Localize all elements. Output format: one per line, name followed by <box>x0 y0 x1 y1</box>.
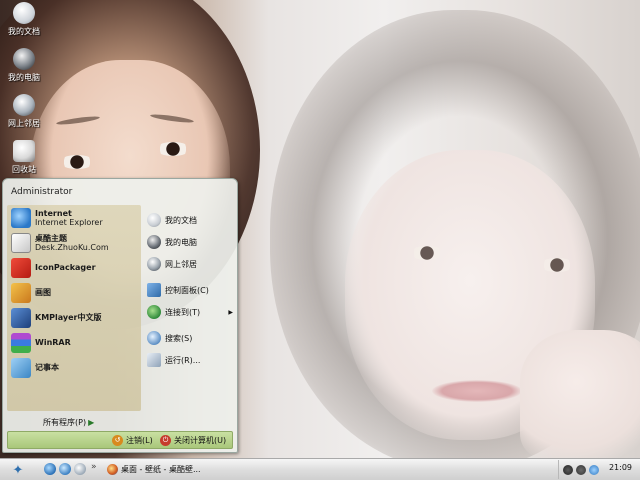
network-icon <box>147 257 161 271</box>
start-menu-user: Administrator <box>11 187 73 197</box>
paint-icon <box>11 282 31 303</box>
tray-network-icon[interactable] <box>589 464 599 475</box>
program-name: KMPlayer中文版 <box>35 313 102 322</box>
wallpaper-eye <box>410 246 444 260</box>
place-label: 运行(R)... <box>165 355 201 365</box>
program-subtitle: Internet Explorer <box>35 217 103 227</box>
program-name: 记事本 <box>35 363 59 372</box>
arrow-right-icon: ▶ <box>88 418 95 427</box>
start-icon: ✦ <box>12 462 24 478</box>
start-button[interactable]: ✦ <box>4 461 32 479</box>
taskbar: ✦ » 桌面 - 壁纸 - 桌酷壁... 21:09 <box>0 458 640 480</box>
start-menu: Administrator Internet Internet Explorer … <box>2 178 238 453</box>
pinned-programs: Internet Internet Explorer 桌酷主题 Desk.ZhuoK… <box>7 205 141 411</box>
program-kmplayer[interactable]: KMPlayer中文版 <box>7 305 141 330</box>
power-icon: ⏻ <box>160 435 171 446</box>
desktop-icon-network[interactable]: 网上邻居 <box>2 94 46 129</box>
all-programs-label: 所有程序(P) <box>43 418 87 427</box>
run-icon <box>147 353 161 367</box>
program-name: IconPackager <box>35 263 96 272</box>
program-name: 画图 <box>35 288 51 297</box>
place-label: 搜索(S) <box>165 333 193 343</box>
program-winrar[interactable]: WinRAR <box>7 330 141 355</box>
documents-icon <box>147 213 161 227</box>
network-icon <box>13 94 35 116</box>
clock[interactable]: 21:09 <box>609 463 632 472</box>
internet-explorer-icon <box>11 207 31 228</box>
kmplayer-icon <box>11 307 31 328</box>
notepad-icon <box>11 357 31 378</box>
program-name: WinRAR <box>35 338 71 347</box>
winrar-icon <box>11 332 31 353</box>
recycle-bin-icon <box>13 140 35 162</box>
wallpaper-eye <box>156 142 190 156</box>
logoff-icon: ↺ <box>112 435 123 446</box>
program-notepad[interactable]: 记事本 <box>7 355 141 380</box>
computer-icon <box>147 235 161 249</box>
place-label: 我的电脑 <box>165 237 197 247</box>
quicklaunch-ie-icon[interactable] <box>44 463 56 475</box>
submenu-arrow-icon: ▶ <box>228 308 233 316</box>
iconpackager-icon <box>11 257 31 278</box>
program-name: 桌酷主题 <box>35 233 67 243</box>
shutdown-button[interactable]: ⏻ 关闭计算机(U) <box>160 434 226 447</box>
place-label: 控制面板(C) <box>165 285 209 295</box>
program-zhuoku-theme[interactable]: 桌酷主题 Desk.ZhuoKu.Com <box>7 230 141 255</box>
desktop-icon-my-computer[interactable]: 我的电脑 <box>2 48 46 83</box>
place-my-computer[interactable]: 我的电脑 <box>145 231 237 253</box>
place-network[interactable]: 网上邻居 <box>145 253 237 275</box>
documents-icon <box>13 2 35 24</box>
computer-icon <box>13 48 35 70</box>
desktop-icon-label: 我的文档 <box>8 27 40 36</box>
globe-icon <box>147 305 161 319</box>
place-connect-to[interactable]: 连接到(T) ▶ <box>145 301 237 323</box>
desktop-icon-recycle-bin[interactable]: 回收站 <box>2 140 46 175</box>
wallpaper-hand <box>520 330 640 458</box>
place-control-panel[interactable]: 控制面板(C) <box>145 279 237 301</box>
place-label: 连接到(T) <box>165 307 201 317</box>
desktop-icon-my-documents[interactable]: 我的文档 <box>2 2 46 37</box>
place-run[interactable]: 运行(R)... <box>145 349 237 371</box>
program-iconpackager[interactable]: IconPackager <box>7 255 141 280</box>
quicklaunch-globe-icon[interactable] <box>59 463 71 475</box>
all-programs-button[interactable]: 所有程序(P) ▶ <box>43 417 94 428</box>
program-internet-explorer[interactable]: Internet Internet Explorer <box>7 205 141 230</box>
place-search[interactable]: 搜索(S) <box>145 327 237 349</box>
browser-icon <box>107 464 118 475</box>
program-name: Internet <box>35 208 72 218</box>
control-panel-icon <box>147 283 161 297</box>
shutdown-label: 关闭计算机(U) <box>174 436 227 445</box>
task-label: 桌面 - 壁纸 - 桌酷壁... <box>121 465 201 474</box>
place-label: 我的文档 <box>165 215 197 225</box>
zhuoku-icon <box>11 232 31 253</box>
wallpaper-eye <box>60 155 94 169</box>
desktop-icon-label: 回收站 <box>12 165 36 174</box>
wallpaper-eye <box>540 258 574 272</box>
program-paint[interactable]: 画图 <box>7 280 141 305</box>
tray-back-icon[interactable] <box>563 464 573 475</box>
desktop-icon-label: 网上邻居 <box>8 119 40 128</box>
search-icon <box>147 331 161 345</box>
quicklaunch-more-button[interactable]: » <box>91 462 97 472</box>
place-my-documents[interactable]: 我的文档 <box>145 209 237 231</box>
logoff-label: 注销(L) <box>126 436 153 445</box>
wallpaper-lips <box>432 380 522 402</box>
desktop-icon-label: 我的电脑 <box>8 73 40 82</box>
start-menu-footer: ↺ 注销(L) ⏻ 关闭计算机(U) <box>7 431 233 449</box>
program-subtitle: Desk.ZhuoKu.Com <box>35 242 109 252</box>
quicklaunch-desktop-icon[interactable] <box>74 463 86 475</box>
tray-forward-icon[interactable] <box>576 464 586 475</box>
place-label: 网上邻居 <box>165 259 197 269</box>
places-list: 我的文档 我的电脑 网上邻居 控制面板(C) 连接到(T) ▶ 搜索(S) 运行… <box>145 209 237 371</box>
task-button-wallpaper[interactable]: 桌面 - 壁纸 - 桌酷壁... <box>104 461 201 478</box>
logoff-button[interactable]: ↺ 注销(L) <box>112 434 153 447</box>
